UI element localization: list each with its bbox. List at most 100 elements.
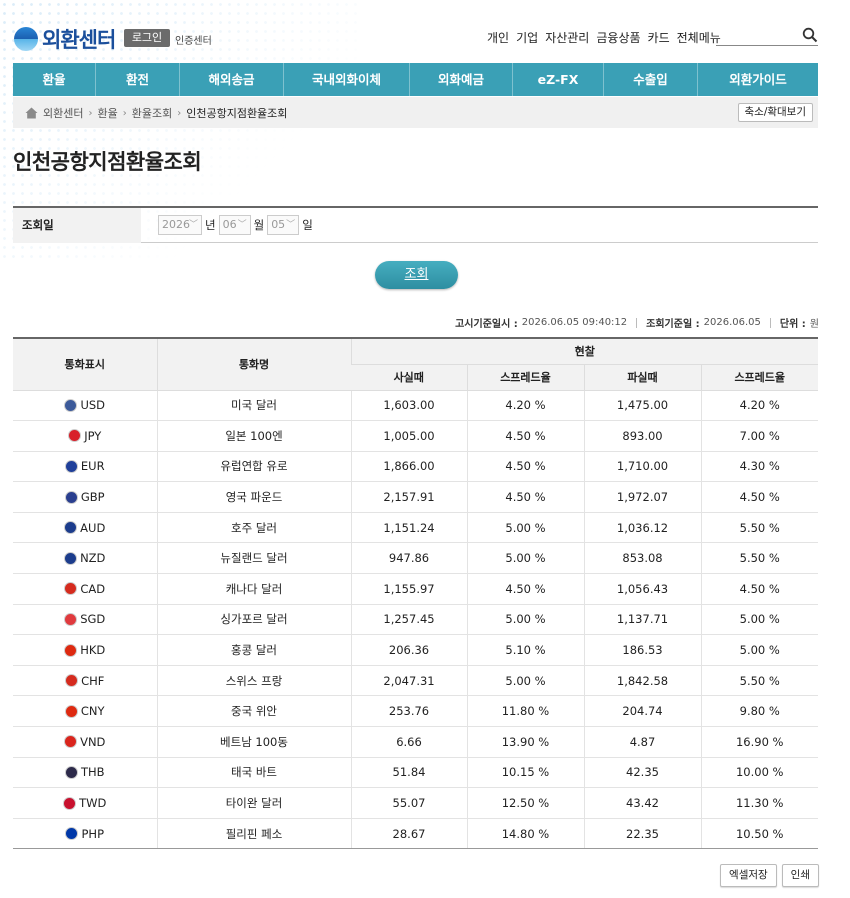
currency-code-cell: CNY (13, 695, 157, 728)
buy-spread: 4.50 % (466, 451, 584, 483)
excel-save-button[interactable]: 엑셀저장 (720, 864, 777, 887)
table-row: SGD 싱가포르 달러 1,257.45 5.00 % 1,137.71 5.00 % (13, 604, 818, 636)
currency-code-cell: GBP (13, 481, 157, 513)
currency-name: 중국 위안 (156, 695, 351, 728)
day-unit: 일 (302, 218, 313, 232)
buy-rate: 6.66 (350, 726, 467, 758)
currency-code-cell: NZD (13, 542, 157, 575)
currency-code-cell: HKD (13, 634, 157, 666)
currency-name: 태국 바트 (156, 757, 351, 789)
buy-spread: 4.50 % (466, 420, 584, 452)
sell-rate: 1,137.71 (583, 604, 701, 636)
currency-code: CNY (80, 704, 105, 719)
date-selector: 2026 ﹀ 년 06 ﹀ 월 05 ﹀ 일 (158, 215, 313, 235)
buy-rate: 1,005.00 (350, 420, 467, 452)
table-row: TWD 타이완 달러 55.07 12.50 % 43.42 11.30 % (13, 787, 818, 819)
sell-spread: 4.20 % (700, 390, 818, 422)
nav-item-import-export[interactable]: 수출입 (604, 63, 698, 96)
sell-spread: 5.50 % (700, 665, 818, 697)
logo[interactable]: 외환센터 (14, 24, 116, 54)
eur-flag-icon (64, 459, 78, 473)
usd-flag-icon (64, 398, 78, 412)
breadcrumb-separator-icon: › (177, 107, 182, 119)
buy-rate: 253.76 (350, 695, 467, 728)
top-menu-card[interactable]: 카드 (648, 29, 670, 46)
table-row: CNY 중국 위안 253.76 11.80 % 204.74 9.80 % (13, 695, 818, 728)
buy-spread: 5.00 % (466, 542, 584, 575)
chf-flag-icon (65, 674, 79, 688)
nav-item-foreign-deposit[interactable]: 외화예금 (410, 63, 513, 96)
top-menu-corporate[interactable]: 기업 (516, 29, 538, 46)
sell-rate: 43.42 (583, 787, 701, 819)
nav-item-domestic-transfer[interactable]: 국내외화이체 (284, 63, 410, 96)
nav-item-ezfx[interactable]: eZ-FX (513, 63, 604, 96)
logo-text: 외환센터 (42, 28, 116, 52)
top-menu-personal[interactable]: 개인 (487, 29, 509, 46)
search-icon[interactable] (802, 27, 818, 43)
table-row: AUD 호주 달러 1,151.24 5.00 % 1,036.12 5.50 % (13, 512, 818, 544)
sell-spread: 4.30 % (700, 451, 818, 483)
buy-rate: 2,157.91 (350, 481, 467, 513)
breadcrumb-rate-inquiry[interactable]: 환율조회 (132, 105, 172, 121)
buy-rate: 2,047.31 (350, 665, 467, 697)
currency-code: SGD (80, 612, 106, 627)
logo-icon (14, 27, 38, 51)
month-select[interactable]: 06 ﹀ (218, 215, 251, 235)
nav-item-overseas-remittance[interactable]: 해외송금 (180, 63, 284, 96)
top-menu-products[interactable]: 금융상품 (596, 29, 640, 46)
nzd-flag-icon (64, 551, 78, 565)
sell-spread: 5.50 % (700, 542, 818, 575)
buy-spread: 13.90 % (466, 726, 584, 758)
rate-table: 통화표시 통화명 현찰 사실때 스프레드율 파실때 스프레드율 USD 미국 달러… (13, 337, 818, 850)
cert-center-link[interactable]: 인증센터 (175, 32, 212, 47)
table-row: USD 미국 달러 1,603.00 4.20 % 1,475.00 4.20 % (13, 390, 818, 422)
sell-spread: 5.50 % (700, 512, 818, 544)
login-button[interactable]: 로그인 (124, 29, 170, 47)
home-icon[interactable] (25, 107, 38, 119)
nav-item-exchange-rate[interactable]: 환율 (13, 63, 96, 96)
sell-spread: 11.30 % (700, 787, 818, 819)
hkd-flag-icon (64, 643, 78, 657)
search-input[interactable] (716, 26, 818, 46)
divider (769, 317, 771, 328)
search-button[interactable]: 조회 (375, 261, 458, 289)
table-row: NZD 뉴질랜드 달러 947.86 5.00 % 853.08 5.50 % (13, 542, 818, 575)
currency-name: 필리핀 페소 (156, 818, 351, 850)
top-menu-asset[interactable]: 자산관리 (545, 29, 589, 46)
breadcrumb-exchange-rate[interactable]: 환율 (97, 105, 117, 121)
currency-code: EUR (80, 459, 105, 474)
header-sell-spread: 스프레드율 (700, 364, 818, 391)
currency-code: NZD (80, 551, 106, 566)
day-select[interactable]: 05 ﹀ (267, 215, 300, 235)
page-title: 인천공항지점환율조회 (13, 150, 202, 174)
sell-rate: 4.87 (583, 726, 701, 758)
sell-spread: 10.50 % (700, 818, 818, 850)
table-row: JPY 일본 100엔 1,005.00 4.50 % 893.00 7.00 % (13, 420, 818, 452)
breadcrumb-fx-center[interactable]: 외환센터 (43, 105, 83, 121)
currency-name: 호주 달러 (156, 512, 351, 544)
year-select[interactable]: 2026 ﹀ (158, 215, 202, 235)
month-unit: 월 (253, 218, 265, 232)
month-value: 06 (222, 218, 237, 231)
rate-table-body: USD 미국 달러 1,603.00 4.20 % 1,475.00 4.20 % JPY 일… (13, 390, 818, 850)
sell-rate: 186.53 (583, 634, 701, 666)
nav-item-fx-guide[interactable]: 외환가이드 (698, 63, 818, 96)
year-unit: 년 (205, 218, 216, 232)
print-button[interactable]: 인쇄 (781, 864, 819, 887)
zoom-button[interactable]: 축소/확대보기 (737, 103, 813, 122)
sell-rate: 1,710.00 (583, 451, 701, 483)
buy-rate: 947.86 (350, 542, 467, 575)
sell-rate: 1,056.43 (583, 573, 701, 605)
breadcrumb-bar: 외환센터 › 환율 › 환율조회 › 인천공항지점환율조회 축소/확대보기 (13, 97, 818, 128)
sell-spread: 5.00 % (700, 634, 818, 666)
buy-rate: 1,151.24 (350, 512, 467, 544)
nav-item-currency-exchange[interactable]: 환전 (96, 63, 180, 96)
year-value: 2026 (162, 218, 190, 231)
currency-code: HKD (80, 643, 106, 658)
sgd-flag-icon (64, 612, 78, 626)
currency-name: 캐나다 달러 (156, 573, 351, 605)
notice-time-label: 고시기준일시 : (455, 319, 518, 330)
buy-spread: 4.50 % (466, 481, 584, 513)
top-menu-all[interactable]: 전체메뉴 (677, 29, 721, 46)
currency-code-cell: THB (13, 757, 157, 789)
